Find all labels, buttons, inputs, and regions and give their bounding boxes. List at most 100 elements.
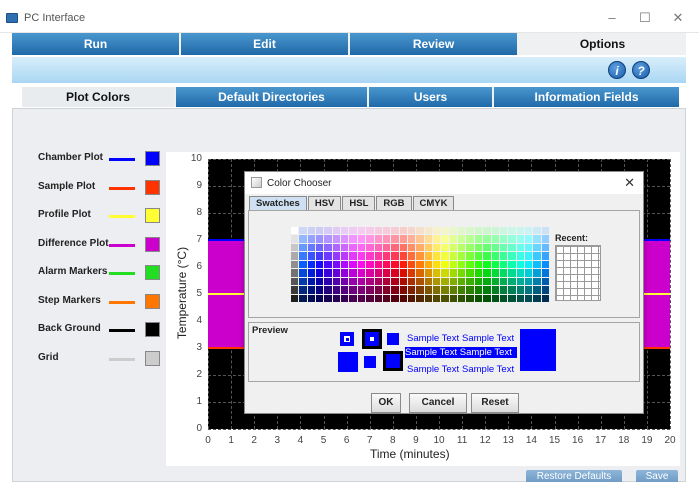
- swatch-cell[interactable]: [307, 252, 316, 260]
- swatch-cell[interactable]: [458, 243, 466, 252]
- swatch-cell[interactable]: [341, 277, 349, 286]
- swatch-cell[interactable]: [424, 294, 433, 302]
- swatch-cell[interactable]: [399, 252, 407, 260]
- save-button[interactable]: Save: [636, 470, 678, 482]
- swatch-cell[interactable]: [508, 243, 516, 252]
- swatch-cell[interactable]: [533, 269, 541, 277]
- swatch-cell[interactable]: [316, 227, 324, 235]
- swatch-cell[interactable]: [499, 235, 508, 243]
- swatch-cell[interactable]: [357, 243, 366, 252]
- swatch-cell[interactable]: [399, 294, 407, 302]
- swatch-cell[interactable]: [399, 269, 407, 277]
- swatch-cell[interactable]: [416, 260, 424, 269]
- swatch-cell[interactable]: [382, 252, 391, 260]
- swatch-cell[interactable]: [341, 286, 349, 294]
- swatch-cell[interactable]: [449, 243, 458, 252]
- swatch-cell[interactable]: [483, 286, 491, 294]
- swatch-cell[interactable]: [491, 235, 499, 243]
- swatch-cell[interactable]: [374, 243, 382, 252]
- swatch-cell[interactable]: [491, 269, 499, 277]
- swatch-cell[interactable]: [357, 252, 366, 260]
- swatch-cell[interactable]: [491, 227, 499, 235]
- swatch-cell[interactable]: [458, 252, 466, 260]
- swatch-cell[interactable]: [491, 260, 499, 269]
- swatch-cell[interactable]: [474, 260, 483, 269]
- swatch-cell[interactable]: [466, 277, 474, 286]
- swatch-cell[interactable]: [341, 294, 349, 302]
- swatch-cell[interactable]: [324, 277, 332, 286]
- swatch-cell[interactable]: [324, 243, 332, 252]
- color-swatch-button[interactable]: [145, 179, 160, 195]
- swatch-cell[interactable]: [466, 252, 474, 260]
- tab-hsv[interactable]: HSV: [307, 196, 342, 210]
- swatch-cell[interactable]: [458, 286, 466, 294]
- swatch-cell[interactable]: [316, 269, 324, 277]
- swatch-cell[interactable]: [349, 235, 357, 243]
- color-swatch-button[interactable]: [145, 293, 160, 309]
- swatch-cell[interactable]: [399, 286, 407, 294]
- swatch-cell[interactable]: [291, 294, 299, 302]
- tab-swatches[interactable]: Swatches: [249, 196, 307, 210]
- swatch-cell[interactable]: [508, 260, 516, 269]
- swatch-cell[interactable]: [299, 260, 307, 269]
- tab-options[interactable]: Options: [519, 33, 686, 55]
- swatch-cell[interactable]: [533, 227, 541, 235]
- swatch-cell[interactable]: [291, 227, 299, 235]
- tab-edit[interactable]: Edit: [181, 33, 350, 55]
- reset-button[interactable]: Reset: [471, 393, 519, 413]
- swatch-cell[interactable]: [541, 227, 549, 235]
- tab-hsl[interactable]: HSL: [342, 196, 376, 210]
- tab-run[interactable]: Run: [12, 33, 181, 55]
- swatch-cell[interactable]: [307, 243, 316, 252]
- swatch-cell[interactable]: [307, 294, 316, 302]
- swatch-cell[interactable]: [341, 227, 349, 235]
- swatch-cell[interactable]: [307, 235, 316, 243]
- swatch-cell[interactable]: [433, 227, 441, 235]
- swatch-cell[interactable]: [291, 277, 299, 286]
- swatch-cell[interactable]: [424, 286, 433, 294]
- swatch-cell[interactable]: [508, 277, 516, 286]
- swatch-cell[interactable]: [441, 269, 449, 277]
- swatch-cell[interactable]: [341, 252, 349, 260]
- swatch-cell[interactable]: [366, 260, 374, 269]
- swatch-cell[interactable]: [541, 277, 549, 286]
- swatch-cell[interactable]: [291, 269, 299, 277]
- swatch-cell[interactable]: [433, 286, 441, 294]
- swatch-cell[interactable]: [349, 286, 357, 294]
- swatch-cell[interactable]: [508, 269, 516, 277]
- swatch-cell[interactable]: [399, 243, 407, 252]
- swatch-cell[interactable]: [382, 235, 391, 243]
- swatch-cell[interactable]: [299, 227, 307, 235]
- swatch-cell[interactable]: [299, 286, 307, 294]
- swatch-cell[interactable]: [341, 243, 349, 252]
- swatch-cell[interactable]: [533, 235, 541, 243]
- swatch-cell[interactable]: [332, 294, 341, 302]
- swatch-cell[interactable]: [533, 277, 541, 286]
- color-swatch-button[interactable]: [145, 236, 160, 252]
- swatch-cell[interactable]: [391, 277, 399, 286]
- swatch-cell[interactable]: [541, 294, 549, 302]
- swatch-cell[interactable]: [483, 252, 491, 260]
- color-swatch-button[interactable]: [145, 208, 160, 223]
- swatch-cell[interactable]: [407, 235, 416, 243]
- swatch-cell[interactable]: [291, 252, 299, 260]
- swatch-cell[interactable]: [399, 227, 407, 235]
- swatch-cell[interactable]: [407, 243, 416, 252]
- swatch-cell[interactable]: [307, 269, 316, 277]
- swatch-cell[interactable]: [407, 269, 416, 277]
- swatch-cell[interactable]: [458, 227, 466, 235]
- ok-button[interactable]: OK: [371, 393, 401, 413]
- close-button[interactable]: ✕: [663, 7, 693, 29]
- recent-swatches[interactable]: [555, 245, 601, 301]
- tab-default-directories[interactable]: Default Directories: [176, 87, 369, 107]
- swatch-cell[interactable]: [382, 269, 391, 277]
- swatch-cell[interactable]: [499, 269, 508, 277]
- swatch-cell[interactable]: [382, 243, 391, 252]
- swatch-cell[interactable]: [291, 235, 299, 243]
- swatch-cell[interactable]: [533, 286, 541, 294]
- swatch-cell[interactable]: [399, 277, 407, 286]
- swatch-cell[interactable]: [449, 252, 458, 260]
- swatch-cell[interactable]: [524, 243, 533, 252]
- swatch-cell[interactable]: [524, 286, 533, 294]
- swatch-cell[interactable]: [366, 294, 374, 302]
